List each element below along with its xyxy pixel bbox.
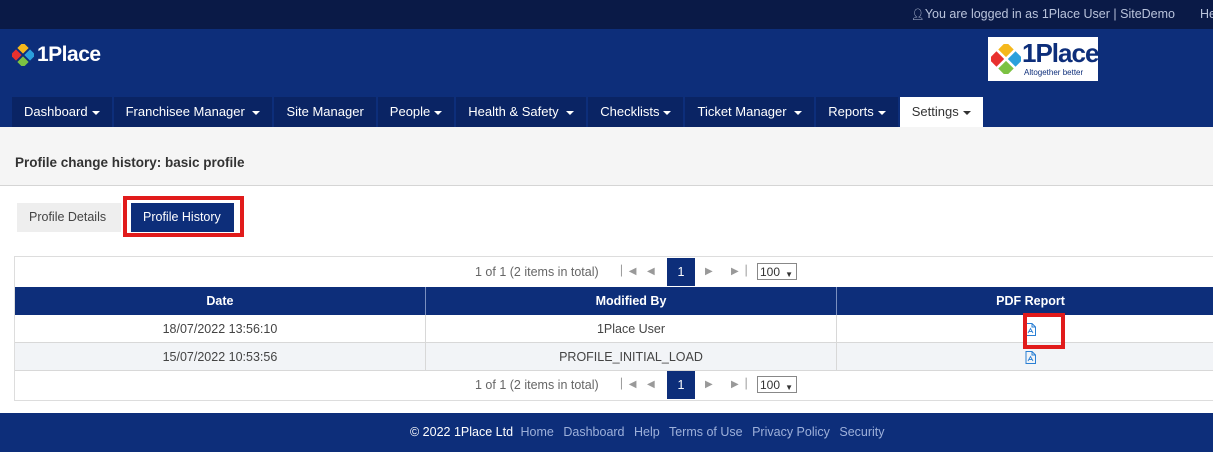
caret-down-icon [252,110,261,115]
nav-dashboard[interactable]: Dashboard [12,97,112,127]
nav-site-manager[interactable]: Site Manager [274,97,376,127]
page-title: Profile change history: basic profile [15,155,245,170]
prev-page-icon[interactable]: ◀ [647,266,655,277]
cell-modified-by: 1Place User [425,315,838,343]
nav-label: Site Manager [286,104,364,119]
caret-down-icon [663,110,672,115]
nav-reports[interactable]: Reports [816,97,898,127]
footer-link-help[interactable]: Help [634,425,660,439]
highlight-box [123,196,244,237]
puzzle-logo-icon [12,44,34,66]
user-icon: 👤︎ [910,9,925,21]
caret-down-icon [91,110,100,115]
page-size-select[interactable]: 100 ▼ [757,376,797,393]
footer-link-security[interactable]: Security [839,425,884,439]
login-text: You are logged in as 1Place User | SiteD… [924,7,1175,21]
page-number[interactable]: 1 [667,258,695,286]
caret-down-icon [794,110,803,115]
first-page-icon[interactable]: ▏◀ [621,266,636,277]
pager-top: 1 of 1 (2 items in total) ▏◀ ◀ 1 ▶ ▶▕ 10… [15,257,1213,287]
footer: © 2022 1Place Ltd Home Dashboard Help Te… [0,413,1213,452]
page-title-bar: Profile change history: basic profile [0,127,1213,186]
header: 1Place 1Place Altogether better Dashboar… [0,29,1213,127]
company-logo: 1Place Altogether better [988,37,1099,81]
prev-page-icon[interactable]: ◀ [647,379,655,390]
brand-logo[interactable]: 1Place [12,43,101,67]
nav-label: People [389,104,431,119]
caret-down-icon [566,110,575,115]
cell-modified-by: PROFILE_INITIAL_LOAD [425,342,838,371]
next-page-icon[interactable]: ▶ [705,266,713,277]
help-link[interactable]: He [1200,7,1213,21]
logo-tagline: Altogether better [1024,68,1084,77]
logo-name: 1Place [1022,38,1099,68]
nav-label: Health & Safety [468,104,559,119]
tab-profile-details[interactable]: Profile Details [17,203,121,232]
pager-info: 1 of 1 (2 items in total) [475,378,599,392]
nav-settings[interactable]: Settings [899,97,983,127]
caret-down-icon [877,110,886,115]
caret-down-icon [434,110,443,115]
nav-label: Checklists [600,104,660,119]
puzzle-logo-icon [991,44,1021,74]
pdf-file-icon[interactable] [1025,350,1037,364]
nav-label: Reports [828,104,874,119]
next-page-icon[interactable]: ▶ [705,379,713,390]
cell-date: 15/07/2022 10:53:56 [15,342,426,371]
nav-label: Settings [911,104,959,119]
nav-ticket-manager[interactable]: Ticket Manager [685,97,815,127]
column-header-date[interactable]: Date [15,287,426,315]
nav-health-safety[interactable]: Health & Safety [456,97,587,127]
column-header-modified-by[interactable]: Modified By [425,287,838,315]
last-page-icon[interactable]: ▶▕ [731,379,746,390]
copyright: © 2022 1Place Ltd [410,425,514,439]
nav-label: Dashboard [24,104,88,119]
login-status: 👤︎You are logged in as 1Place User | Sit… [911,7,1175,21]
column-header-pdf-report[interactable]: PDF Report [836,287,1213,315]
nav-checklists[interactable]: Checklists [588,97,684,127]
chevron-down-icon: ▼ [785,383,793,392]
footer-link-terms[interactable]: Terms of Use [669,425,743,439]
top-bar: 👤︎You are logged in as 1Place User | Sit… [0,0,1213,29]
pager-info: 1 of 1 (2 items in total) [475,265,599,279]
page-size-value: 100 [760,378,781,392]
footer-link-home[interactable]: Home [521,425,554,439]
caret-down-icon [962,110,971,115]
last-page-icon[interactable]: ▶▕ [731,266,746,277]
nav-label: Franchisee Manager [125,104,245,119]
page-size-select[interactable]: 100 ▼ [757,263,797,280]
chevron-down-icon: ▼ [785,270,793,279]
page-size-value: 100 [760,265,781,279]
first-page-icon[interactable]: ▏◀ [621,379,636,390]
main-nav: Dashboard Franchisee Manager Site Manage… [12,97,985,127]
pager-bottom: 1 of 1 (2 items in total) ▏◀ ◀ 1 ▶ ▶▕ 10… [15,370,1213,400]
highlight-box [1023,313,1065,349]
nav-label: Ticket Manager [697,104,787,119]
nav-people[interactable]: People [377,97,455,127]
cell-date: 18/07/2022 13:56:10 [15,315,426,343]
page-number[interactable]: 1 [667,371,695,399]
footer-link-dashboard[interactable]: Dashboard [563,425,624,439]
footer-link-privacy[interactable]: Privacy Policy [752,425,830,439]
nav-franchisee-manager[interactable]: Franchisee Manager [113,97,273,127]
brand-name: 1Place [37,43,101,66]
